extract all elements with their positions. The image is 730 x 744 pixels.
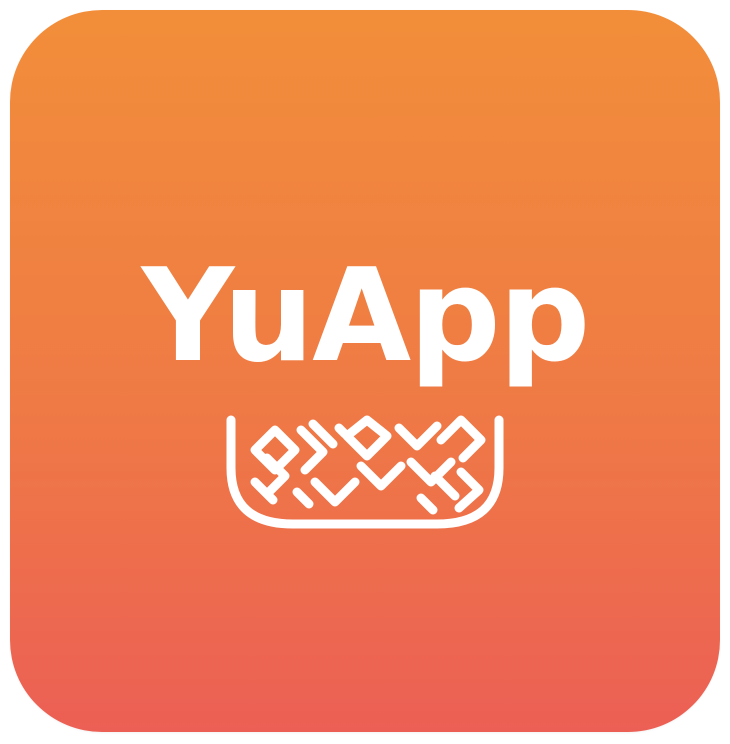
app-icon[interactable]: YuApp <box>10 10 720 732</box>
woven-basket-pattern-icon <box>226 415 504 529</box>
app-name: YuApp <box>141 242 591 391</box>
weave-right <box>430 415 486 513</box>
weave-left <box>250 425 300 505</box>
weave-center <box>342 415 406 491</box>
